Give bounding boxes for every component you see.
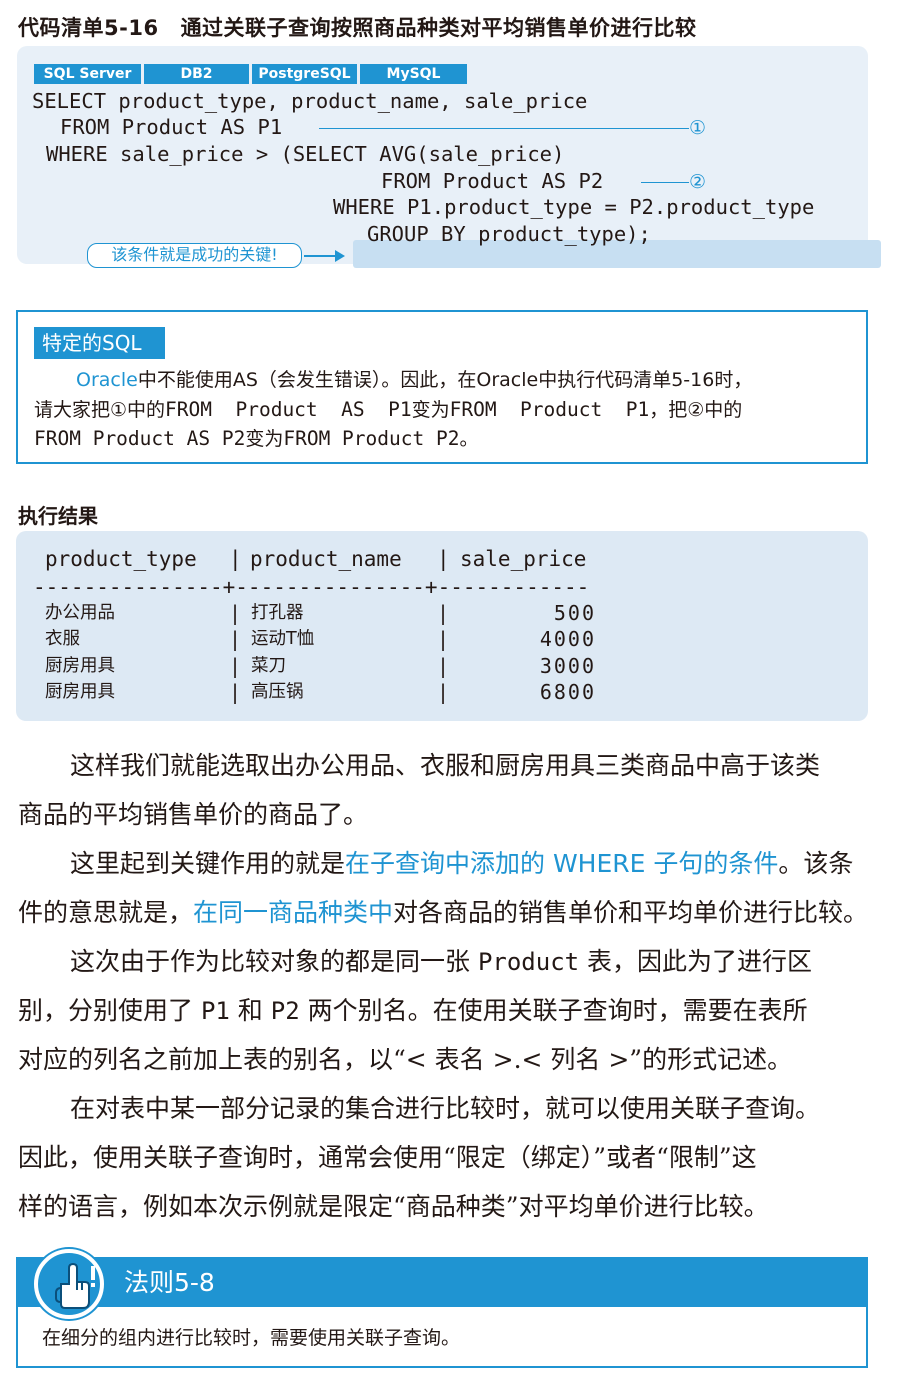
marker-1-leader xyxy=(319,128,689,129)
rule-box: 法则5-8 在细分的组内进行比较时，需要使用关联子查询。 xyxy=(16,1249,868,1368)
paragraph-2-line-1-c: 。该条 xyxy=(778,849,854,878)
code-line-6: GROUP BY product_type); xyxy=(367,222,651,246)
paragraph-4-line-3: 样的语言，例如本次示例就是限定“商品种类”对平均单价进行比较。 xyxy=(18,1192,769,1221)
code-line-5: WHERE P1.product_type = P2.product_type xyxy=(333,195,815,219)
result-col-product-type: product_type xyxy=(45,547,197,571)
paragraph-2-line-2-a: 件的意思就是， xyxy=(18,898,194,927)
db-tag-mysql: MySQL xyxy=(360,64,467,84)
result-row-3-type: 厨房用具 xyxy=(45,656,115,676)
note-line-2: 请大家把①中的FROM Product AS P1变为FROM Product … xyxy=(34,395,742,425)
paragraph-2-emphasis-2: 在同一商品种类中 xyxy=(193,898,394,927)
code-line-4: FROM Product AS P2 xyxy=(381,169,604,193)
result-row-2-pipe-1: | xyxy=(229,627,242,651)
note-line-2-e: ，把②中的 xyxy=(649,399,743,421)
result-block: product_type | product_name | sale_price… xyxy=(16,531,868,721)
key-note-bubble: 该条件就是成功的关键! xyxy=(87,243,302,268)
arrow-right-icon xyxy=(335,250,345,262)
note-line-2-code1: FROM Product AS P1 xyxy=(165,398,412,421)
note-line-2-a: 请大家把①中的 xyxy=(34,399,166,421)
rule-title: 法则5-8 xyxy=(124,1268,215,1297)
paragraph-3-line-1: 这次由于作为比较对象的都是同一张 Product 表，因此为了进行区 xyxy=(70,946,812,978)
paragraph-2-emphasis-1: 在子查询中添加的 WHERE 子句的条件 xyxy=(345,849,779,878)
result-col-sep-1: | xyxy=(229,547,242,571)
paragraph-3-line-2: 别，分别使用了 P1 和 P2 两个别名。在使用关联子查询时，需要在表所 xyxy=(18,995,808,1027)
paragraph-2-line-1-a: 这里起到关键作用的就是 xyxy=(70,849,346,878)
paragraph-1-line-1: 这样我们就能选取出办公用品、衣服和厨房用具三类商品中高于该类 xyxy=(70,751,821,780)
result-row-2-price: 4000 xyxy=(539,627,596,651)
specific-sql-note: 特定的SQL Oracle中不能使用AS（会发生错误）。因此，在Oracle中执… xyxy=(16,310,868,464)
result-row-1-name: 打孔器 xyxy=(251,603,304,623)
result-col-product-name: product_name xyxy=(250,547,402,571)
paragraph-3-line-2-c: 和 xyxy=(229,996,271,1025)
note-line-3-code2: FROM Product P2 xyxy=(283,427,460,450)
marker-2-leader xyxy=(641,182,689,183)
result-row-3-name: 菜刀 xyxy=(251,656,286,676)
listing-title: 代码清单5-16 通过关联子查询按照商品种类对平均销售单价进行比较 xyxy=(18,12,697,42)
result-row-1-pipe-1: | xyxy=(229,601,242,625)
key-note-arrow-line xyxy=(304,255,338,257)
note-line-2-code2: FROM Product P1 xyxy=(449,398,650,421)
result-row-1-price: 500 xyxy=(553,601,596,625)
paragraph-2-line-1: 这里起到关键作用的就是在子查询中添加的 WHERE 子句的条件。该条 xyxy=(70,848,853,880)
paragraph-3-line-2-e: 两个别名。在使用关联子查询时，需要在表所 xyxy=(299,996,808,1025)
note-oracle-term: Oracle xyxy=(76,369,138,391)
result-row-3-pipe-1: | xyxy=(229,654,242,678)
paragraph-2-line-2: 件的意思就是，在同一商品种类中对各商品的销售单价和平均单价进行比较。 xyxy=(18,897,868,929)
code-line-1: SELECT product_type, product_name, sale_… xyxy=(32,89,588,113)
result-row-4-type: 厨房用具 xyxy=(45,682,115,702)
result-row-4-name: 高压锅 xyxy=(251,682,304,702)
note-line-2-c: 变为 xyxy=(411,399,450,421)
result-row-2-name: 运动T恤 xyxy=(251,629,315,649)
code-line-3: WHERE sale_price > (SELECT AVG(sale_pric… xyxy=(46,142,565,166)
paragraph-3-code-product: Product xyxy=(477,948,580,976)
paragraph-3-line-2-a: 别，分别使用了 xyxy=(18,996,201,1025)
result-separator: ---------------+---------------+--------… xyxy=(33,575,590,599)
result-row-4-price: 6800 xyxy=(539,680,596,704)
result-row-2-type: 衣服 xyxy=(45,629,80,649)
db-tag-list: SQL Server DB2 PostgreSQL MySQL xyxy=(34,64,467,84)
result-heading: 执行结果 xyxy=(18,504,98,528)
note-line-3-b: 变为 xyxy=(245,428,284,450)
listing-caption: 通过关联子查询按照商品种类对平均销售单价进行比较 xyxy=(180,16,697,40)
paragraph-3-line-1-a: 这次由于作为比较对象的都是同一张 xyxy=(70,947,478,976)
paragraph-4-line-1: 在对表中某一部分记录的集合进行比较时，就可以使用关联子查询。 xyxy=(70,1094,821,1123)
note-line-1: Oracle中不能使用AS（会发生错误）。因此，在Oracle中执行代码清单5-… xyxy=(76,366,752,395)
marker-1: ① xyxy=(689,117,707,139)
note-line-3: FROM Product AS P2变为FROM Product P2。 xyxy=(34,424,478,454)
db-tag-sqlserver: SQL Server xyxy=(34,64,141,84)
listing-number: 代码清单5-16 xyxy=(18,16,159,40)
paragraph-3-code-p1: P1 xyxy=(200,997,230,1025)
paragraph-1-line-2: 商品的平均销售单价的商品了。 xyxy=(18,800,369,829)
paragraph-3-line-1-c: 表，因此为了进行区 xyxy=(579,947,813,976)
marker-2: ② xyxy=(689,171,707,193)
result-row-4-pipe-2: | xyxy=(437,680,450,704)
result-row-1-pipe-2: | xyxy=(437,601,450,625)
note-line-1-text: 中不能使用AS（会发生错误）。因此，在Oracle中执行代码清单5-16时， xyxy=(137,369,753,391)
db-tag-db2: DB2 xyxy=(144,64,249,84)
paragraph-2-line-2-c: 对各商品的销售单价和平均单价进行比较。 xyxy=(393,898,869,927)
code-line-2: FROM Product AS P1 xyxy=(60,115,283,139)
paragraph-4-line-2: 因此，使用关联子查询时，通常会使用“限定（绑定）”或者“限制”这 xyxy=(18,1143,757,1172)
result-row-3-price: 3000 xyxy=(539,654,596,678)
pointing-hand-icon xyxy=(34,1249,104,1319)
rule-text: 在细分的组内进行比较时，需要使用关联子查询。 xyxy=(42,1327,461,1349)
result-row-3-pipe-2: | xyxy=(437,654,450,678)
result-row-1-type: 办公用品 xyxy=(45,603,115,623)
result-row-4-pipe-1: | xyxy=(229,680,242,704)
note-tag: 特定的SQL xyxy=(34,327,165,359)
code-block: SQL Server DB2 PostgreSQL MySQL SELECT p… xyxy=(17,46,881,268)
result-col-sale-price: sale_price xyxy=(460,547,587,571)
result-row-2-pipe-2: | xyxy=(437,627,450,651)
note-line-3-code1: FROM Product AS P2 xyxy=(34,427,246,450)
paragraph-3-line-3: 对应的列名之前加上表的别名，以“< 表名 >.< 列名 >”的形式记述。 xyxy=(18,1045,793,1074)
rule-header: 法则5-8 xyxy=(18,1259,866,1307)
note-line-3-d: 。 xyxy=(459,428,479,450)
result-col-sep-2: | xyxy=(437,547,450,571)
paragraph-3-code-p2: P2 xyxy=(270,997,300,1025)
db-tag-postgresql: PostgreSQL xyxy=(252,64,357,84)
